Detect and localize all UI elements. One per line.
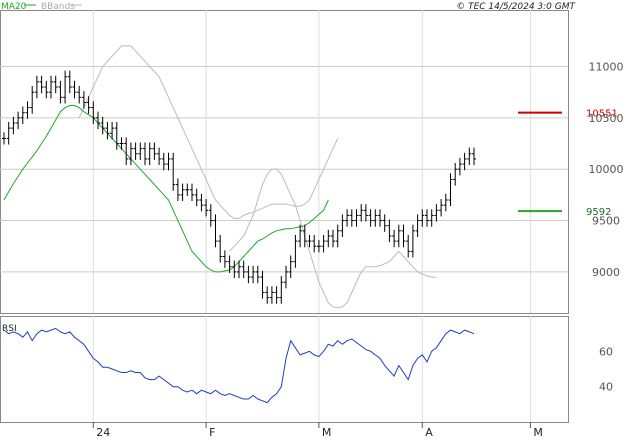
x-tick-label: F xyxy=(209,426,215,439)
price-panel xyxy=(0,10,569,314)
ma-legend-label: MA20 xyxy=(1,2,27,12)
y-tick-label: 9500 xyxy=(592,215,620,228)
rsi-label: RSI xyxy=(2,324,17,334)
y-tick-label: 9000 xyxy=(592,266,620,279)
rsi-tick-label: 40 xyxy=(599,381,613,394)
x-tick-label: A xyxy=(425,426,433,439)
x-tick-label: M xyxy=(322,426,332,439)
rsi-tick-label: 60 xyxy=(599,345,613,358)
x-tick-label: M xyxy=(533,426,543,439)
bb-legend-label: BBands xyxy=(41,2,75,12)
copyright-text: © TEC 14/5/2024 3:0 GMT xyxy=(456,2,576,12)
y-tick-label: 10500 xyxy=(589,112,624,125)
x-tick-label: 24 xyxy=(96,426,110,439)
price-chart: 105519592 90009500100001050011000406024 F… xyxy=(0,2,624,439)
y-tick-label: 11000 xyxy=(589,60,624,73)
y-tick-label: 10000 xyxy=(589,163,624,176)
